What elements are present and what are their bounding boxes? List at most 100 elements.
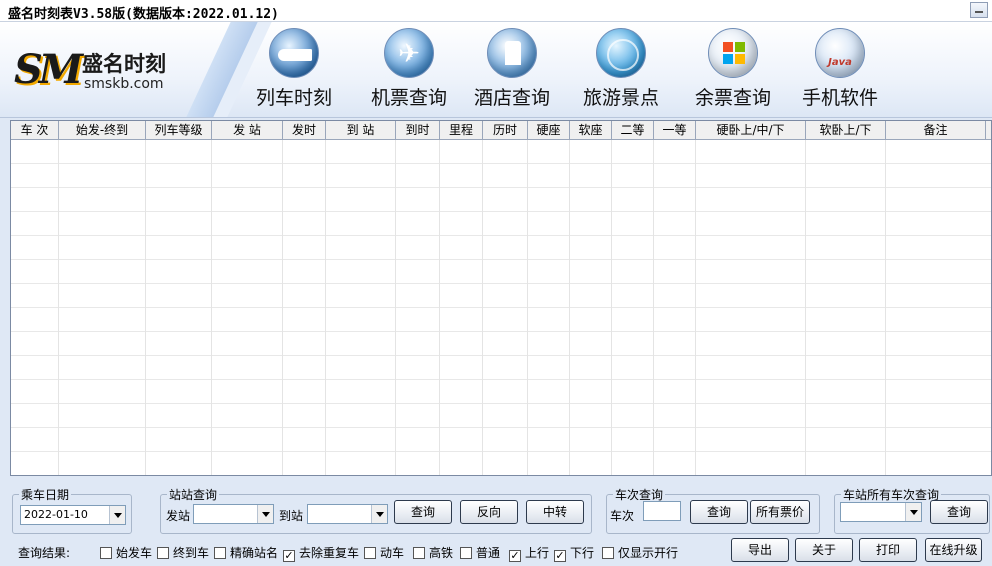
filter-checkbox[interactable]: 精确站名: [214, 544, 278, 560]
filter-checkbox[interactable]: 仅显示开行: [602, 544, 678, 560]
logo-name: 盛名时刻: [82, 52, 166, 76]
hotel-icon: [487, 28, 537, 78]
schedule-table[interactable]: 车 次 始发-终到 列车等级 发 站 发时 到 站 到时 里程 历时 硬座 软座…: [10, 120, 992, 476]
train-number-input[interactable]: [643, 501, 681, 521]
checkbox-icon[interactable]: [602, 547, 614, 559]
train-query-button[interactable]: 查询: [690, 500, 748, 524]
column-divider: [653, 140, 654, 475]
nav-label: 机票查询: [370, 87, 447, 109]
nav-remaining-tickets[interactable]: 余票查询: [679, 28, 787, 114]
date-picker[interactable]: 2022-01-10: [20, 505, 126, 525]
filter-checkbox[interactable]: 动车: [364, 544, 405, 560]
column-divider: [527, 140, 528, 475]
station-query-legend: 站站查询: [169, 488, 218, 502]
nav-mobile-software[interactable]: 手机软件: [786, 28, 894, 114]
filter-checkbox[interactable]: 始发车: [100, 544, 153, 560]
checkbox-icon[interactable]: [364, 547, 376, 559]
column-divider: [805, 140, 806, 475]
filter-checkbox[interactable]: 终到车: [157, 544, 210, 560]
result-label: 查询结果:: [18, 546, 71, 560]
column-header[interactable]: 发 站: [212, 121, 283, 139]
filter-label: 始发车: [116, 546, 153, 560]
checkbox-icon[interactable]: [460, 547, 472, 559]
about-button[interactable]: 关于: [795, 538, 853, 562]
column-header[interactable]: 软座: [570, 121, 612, 139]
filter-label: 终到车: [173, 546, 210, 560]
column-divider: [282, 140, 283, 475]
nav-flight-query[interactable]: 机票查询: [355, 28, 463, 114]
reverse-button[interactable]: 反向: [460, 500, 518, 524]
minimize-button[interactable]: [970, 2, 988, 18]
column-header[interactable]: 到时: [396, 121, 440, 139]
table-header: 车 次 始发-终到 列车等级 发 站 发时 到 站 到时 里程 历时 硬座 软座…: [11, 121, 991, 140]
column-header[interactable]: 硬座: [528, 121, 570, 139]
station-query-button[interactable]: 查询: [394, 500, 452, 524]
column-divider: [569, 140, 570, 475]
column-header[interactable]: 一等: [654, 121, 696, 139]
from-station-select[interactable]: [193, 504, 274, 524]
filter-checkbox[interactable]: 高铁: [413, 544, 453, 560]
nav-label: 手机软件: [801, 87, 878, 109]
checkbox-icon[interactable]: [100, 547, 112, 559]
print-button[interactable]: 打印: [859, 538, 917, 562]
title-bar: 盛名时刻表V3.58版(数据版本:2022.01.12): [0, 0, 992, 22]
column-divider: [145, 140, 146, 475]
filter-checkbox[interactable]: ✓ 去除重复车: [283, 544, 360, 562]
column-header[interactable]: 二等: [612, 121, 654, 139]
export-button[interactable]: 导出: [731, 538, 789, 562]
filter-checkbox[interactable]: 普通: [460, 544, 500, 560]
train-icon: [269, 28, 319, 78]
checkmark-icon[interactable]: ✓: [509, 550, 521, 562]
column-header[interactable]: 车 次: [11, 121, 59, 139]
nav-hotel-query[interactable]: 酒店查询: [458, 28, 566, 114]
window-title: 盛名时刻表V3.58版(数据版本:2022.01.12): [8, 7, 279, 22]
nav-label: 列车时刻: [255, 87, 332, 109]
chevron-down-icon[interactable]: [371, 505, 387, 523]
station-all-trains-query-button[interactable]: 查询: [930, 500, 988, 524]
nav-tourist-spots[interactable]: 旅游景点: [567, 28, 675, 114]
checkmark-icon[interactable]: ✓: [554, 550, 566, 562]
column-header[interactable]: 备注: [886, 121, 986, 139]
column-header[interactable]: 始发-终到: [59, 121, 146, 139]
globe-icon: [596, 28, 646, 78]
transfer-button[interactable]: 中转: [526, 500, 584, 524]
filter-label: 去除重复车: [299, 546, 360, 560]
column-divider: [482, 140, 483, 475]
station-all-trains-legend: 车站所有车次查询: [843, 488, 940, 502]
chevron-down-icon[interactable]: [905, 503, 921, 521]
nav-label: 酒店查询: [473, 87, 550, 109]
nav-train-schedule[interactable]: 列车时刻: [240, 28, 348, 114]
logo-mark: SM: [14, 46, 83, 93]
upgrade-button[interactable]: 在线升级: [925, 538, 982, 562]
chevron-down-icon[interactable]: [257, 505, 273, 523]
station-all-trains-select[interactable]: [840, 502, 922, 522]
filter-checkbox[interactable]: ✓ 下行: [554, 544, 595, 562]
checkbox-icon[interactable]: [413, 547, 425, 559]
checkbox-icon[interactable]: [214, 547, 226, 559]
filter-label: 下行: [570, 546, 595, 560]
filter-checkbox[interactable]: ✓ 上行: [509, 544, 549, 562]
table-body[interactable]: [11, 140, 991, 475]
to-station-select[interactable]: [307, 504, 388, 524]
column-divider: [611, 140, 612, 475]
checkmark-icon[interactable]: ✓: [283, 550, 295, 562]
column-header[interactable]: 软卧上/下: [806, 121, 886, 139]
java-icon: [815, 28, 865, 78]
column-header[interactable]: 硬卧上/中/下: [696, 121, 806, 139]
date-value: 2022-01-10: [24, 508, 88, 521]
all-fares-button[interactable]: 所有票价: [750, 500, 810, 524]
nav-label: 旅游景点: [582, 87, 659, 109]
column-header[interactable]: 到 站: [326, 121, 396, 139]
column-divider: [695, 140, 696, 475]
column-header[interactable]: 历时: [483, 121, 528, 139]
column-header[interactable]: 发时: [283, 121, 326, 139]
checkbox-icon[interactable]: [157, 547, 169, 559]
logo-site: smskb.com: [84, 76, 164, 92]
column-divider: [58, 140, 59, 475]
column-header[interactable]: 里程: [440, 121, 483, 139]
airplane-icon: [384, 28, 434, 78]
windows-icon: [708, 28, 758, 78]
filter-label: 动车: [380, 546, 405, 560]
column-header[interactable]: 列车等级: [146, 121, 212, 139]
chevron-down-icon[interactable]: [109, 506, 125, 524]
